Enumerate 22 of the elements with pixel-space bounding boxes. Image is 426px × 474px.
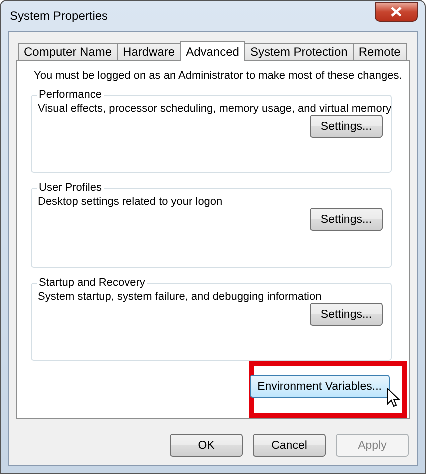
group-title: Startup and Recovery [38, 277, 146, 289]
dialog-button[interactable]: OK [170, 434, 243, 457]
group-description: Desktop settings related to your logon [38, 196, 223, 208]
tab[interactable]: Hardware [117, 43, 182, 60]
tab[interactable]: Computer Name [18, 43, 118, 60]
cursor-icon [387, 388, 400, 408]
tab[interactable]: Remote [352, 43, 407, 60]
close-icon [391, 7, 402, 17]
settings-button[interactable]: Settings... [310, 208, 383, 231]
group-description: Visual effects, processor scheduling, memory usage, and virtual memory [38, 103, 392, 115]
close-button[interactable] [375, 2, 418, 22]
notice-text: You must be logged on as an Administrator to make most of these changes. [34, 70, 402, 82]
group-description: System startup, system failure, and debugging information [38, 291, 322, 303]
settings-button[interactable]: Settings... [310, 115, 383, 138]
environment-variables-button[interactable]: Environment Variables... [250, 375, 390, 398]
dialog-button[interactable]: Cancel [253, 434, 326, 457]
tab[interactable]: Advanced [180, 41, 246, 61]
window-title: System Properties [9, 9, 108, 23]
group-title: User Profiles [38, 182, 103, 194]
tab[interactable]: System Protection [244, 43, 354, 60]
settings-button[interactable]: Settings... [310, 303, 383, 326]
group-title: Performance [38, 89, 103, 101]
